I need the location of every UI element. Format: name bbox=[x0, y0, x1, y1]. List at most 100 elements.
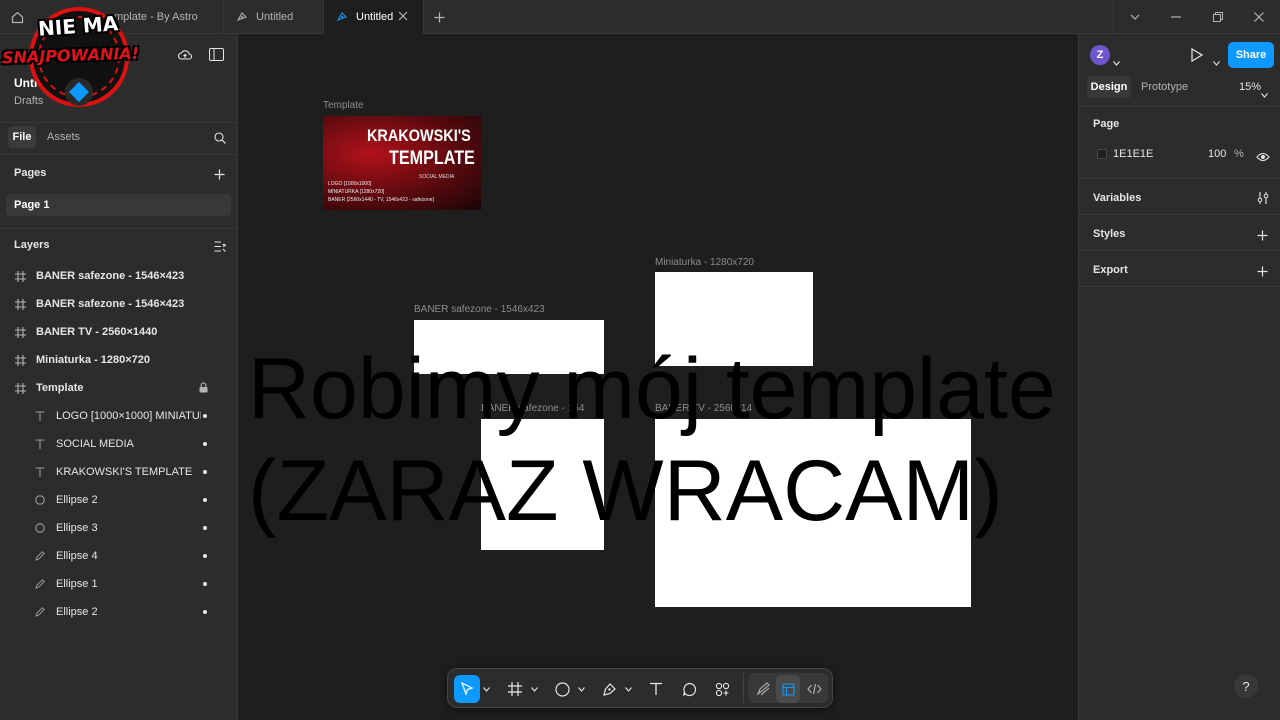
dev-mode-button[interactable] bbox=[801, 675, 827, 703]
page-opacity-value[interactable]: 100 bbox=[1208, 148, 1226, 160]
tab-prototype[interactable]: Prototype bbox=[1141, 81, 1188, 93]
restore-icon bbox=[1213, 12, 1223, 22]
comment-tool[interactable] bbox=[676, 675, 702, 703]
toggle-sidebar-button[interactable] bbox=[209, 48, 224, 66]
layer-row[interactable]: BANER safezone - 1546×423 bbox=[0, 262, 238, 290]
frame-label-template[interactable]: Template bbox=[323, 100, 364, 111]
frame-label-miniaturka[interactable]: Miniaturka - 1280x720 bbox=[655, 257, 754, 268]
tab-design[interactable]: Design bbox=[1087, 76, 1131, 98]
visibility-dot[interactable] bbox=[203, 414, 207, 418]
add-page-button[interactable] bbox=[214, 167, 225, 185]
layer-label: SOCIAL MEDIA bbox=[56, 438, 134, 450]
template-frame[interactable]: KRAKOWSKI'S TEMPLATE SOCIAL MEDIA LOGO [… bbox=[323, 116, 481, 210]
design-mode-button[interactable] bbox=[776, 675, 800, 703]
lock-icon[interactable] bbox=[199, 382, 208, 396]
page-color-value[interactable]: 1E1E1E bbox=[1113, 148, 1153, 160]
layer-label: Ellipse 3 bbox=[56, 522, 98, 534]
layers-options-button[interactable] bbox=[214, 239, 226, 257]
present-options-chevron[interactable] bbox=[1213, 53, 1220, 71]
pencil-icon bbox=[34, 578, 46, 590]
text-icon bbox=[34, 410, 46, 422]
plus-icon bbox=[1257, 266, 1268, 277]
tab-untitled-active[interactable]: Untitled bbox=[324, 0, 424, 34]
cloud-upload-button[interactable] bbox=[178, 48, 193, 67]
layer-label: Miniaturka - 1280×720 bbox=[36, 354, 151, 366]
bottom-toolbar bbox=[447, 668, 833, 708]
variables-button[interactable] bbox=[1257, 191, 1269, 209]
tab-assets[interactable]: Assets bbox=[47, 131, 80, 143]
help-button[interactable]: ? bbox=[1234, 674, 1258, 698]
layer-row[interactable]: BANER TV - 2560×1440 bbox=[0, 318, 238, 346]
visibility-dot[interactable] bbox=[203, 526, 207, 530]
avatar-menu-chevron[interactable] bbox=[1113, 53, 1120, 71]
minimize-button[interactable] bbox=[1155, 0, 1197, 34]
tab-untitled-1[interactable]: Untitled bbox=[224, 0, 324, 34]
zoom-chevron[interactable] bbox=[1261, 85, 1268, 103]
actions-tool[interactable] bbox=[709, 675, 735, 703]
search-button[interactable] bbox=[214, 131, 226, 149]
cloud-upload-icon bbox=[178, 50, 193, 60]
tabs-dropdown-button[interactable] bbox=[1113, 0, 1155, 34]
close-tab-icon[interactable] bbox=[398, 11, 408, 24]
visibility-dot[interactable] bbox=[203, 582, 207, 586]
layer-row[interactable]: Ellipse 2 bbox=[0, 598, 238, 626]
shape-tool-options[interactable] bbox=[575, 675, 587, 703]
layer-row[interactable]: Ellipse 4 bbox=[0, 542, 238, 570]
shape-tool[interactable] bbox=[549, 675, 575, 703]
restore-button[interactable] bbox=[1197, 0, 1239, 34]
visibility-dot[interactable] bbox=[203, 498, 207, 502]
visibility-toggle[interactable] bbox=[1256, 149, 1270, 167]
layer-label: Ellipse 1 bbox=[56, 578, 98, 590]
layer-label: Ellipse 4 bbox=[56, 550, 98, 562]
add-style-button[interactable] bbox=[1257, 228, 1268, 246]
move-tool-options[interactable] bbox=[480, 675, 492, 703]
divider bbox=[1079, 214, 1280, 215]
draw-mode-button[interactable] bbox=[750, 675, 776, 703]
layer-row[interactable]: Miniaturka - 1280×720 bbox=[0, 346, 238, 374]
tab-file[interactable]: File bbox=[8, 126, 36, 148]
visibility-dot[interactable] bbox=[203, 610, 207, 614]
present-button[interactable] bbox=[1191, 47, 1204, 67]
frame-tool[interactable] bbox=[502, 675, 528, 703]
chevron-down-icon bbox=[577, 686, 585, 692]
pen-tool[interactable] bbox=[596, 675, 622, 703]
overlay-text-line2: (ZARAZ WRACAM) bbox=[248, 443, 1003, 539]
layer-row[interactable]: Ellipse 3 bbox=[0, 514, 238, 542]
cursor-icon bbox=[460, 682, 474, 696]
template-info-line: LOGO [1000x1000] bbox=[328, 181, 372, 187]
page-color-swatch[interactable] bbox=[1097, 149, 1107, 159]
minimize-icon bbox=[1171, 16, 1181, 18]
search-icon bbox=[214, 132, 226, 144]
canvas[interactable]: Template KRAKOWSKI'S TEMPLATE SOCIAL MED… bbox=[238, 34, 1078, 720]
visibility-dot[interactable] bbox=[203, 554, 207, 558]
visibility-dot[interactable] bbox=[203, 470, 207, 474]
new-tab-button[interactable] bbox=[424, 0, 454, 34]
frame-tool-options[interactable] bbox=[528, 675, 540, 703]
zoom-level[interactable]: 15% bbox=[1239, 81, 1261, 93]
visibility-dot[interactable] bbox=[203, 442, 207, 446]
layer-row[interactable]: KRAKOWSKI'S TEMPLATE bbox=[0, 458, 238, 486]
layer-label: Ellipse 2 bbox=[56, 494, 98, 506]
left-panel: Unti Drafts File Assets Pages Page 1 Lay… bbox=[0, 34, 238, 720]
frame-label-baner-safezone[interactable]: BANER safezone - 1546x423 bbox=[414, 304, 545, 315]
layer-row[interactable]: Template bbox=[0, 374, 238, 402]
move-tool[interactable] bbox=[454, 675, 480, 703]
layer-row[interactable]: Ellipse 2 bbox=[0, 486, 238, 514]
variables-heading[interactable]: Variables bbox=[1093, 192, 1141, 204]
close-icon bbox=[1254, 12, 1264, 22]
page-item-page-1[interactable]: Page 1 bbox=[6, 194, 231, 216]
ellipse-icon bbox=[34, 494, 46, 506]
layer-row[interactable]: LOGO [1000×1000] MINIATURKA bbox=[0, 402, 238, 430]
layer-row[interactable]: BANER safezone - 1546×423 bbox=[0, 290, 238, 318]
components-icon bbox=[715, 682, 729, 696]
layer-row[interactable]: Ellipse 1 bbox=[0, 570, 238, 598]
pen-tool-options[interactable] bbox=[622, 675, 634, 703]
close-window-button[interactable] bbox=[1238, 0, 1280, 34]
text-tool[interactable] bbox=[643, 675, 669, 703]
divider bbox=[1079, 250, 1280, 251]
avatar[interactable]: Z bbox=[1090, 45, 1110, 65]
layer-row[interactable]: SOCIAL MEDIA bbox=[0, 430, 238, 458]
add-export-button[interactable] bbox=[1257, 264, 1268, 282]
frame-icon bbox=[14, 354, 26, 366]
share-button[interactable]: Share bbox=[1228, 42, 1274, 68]
